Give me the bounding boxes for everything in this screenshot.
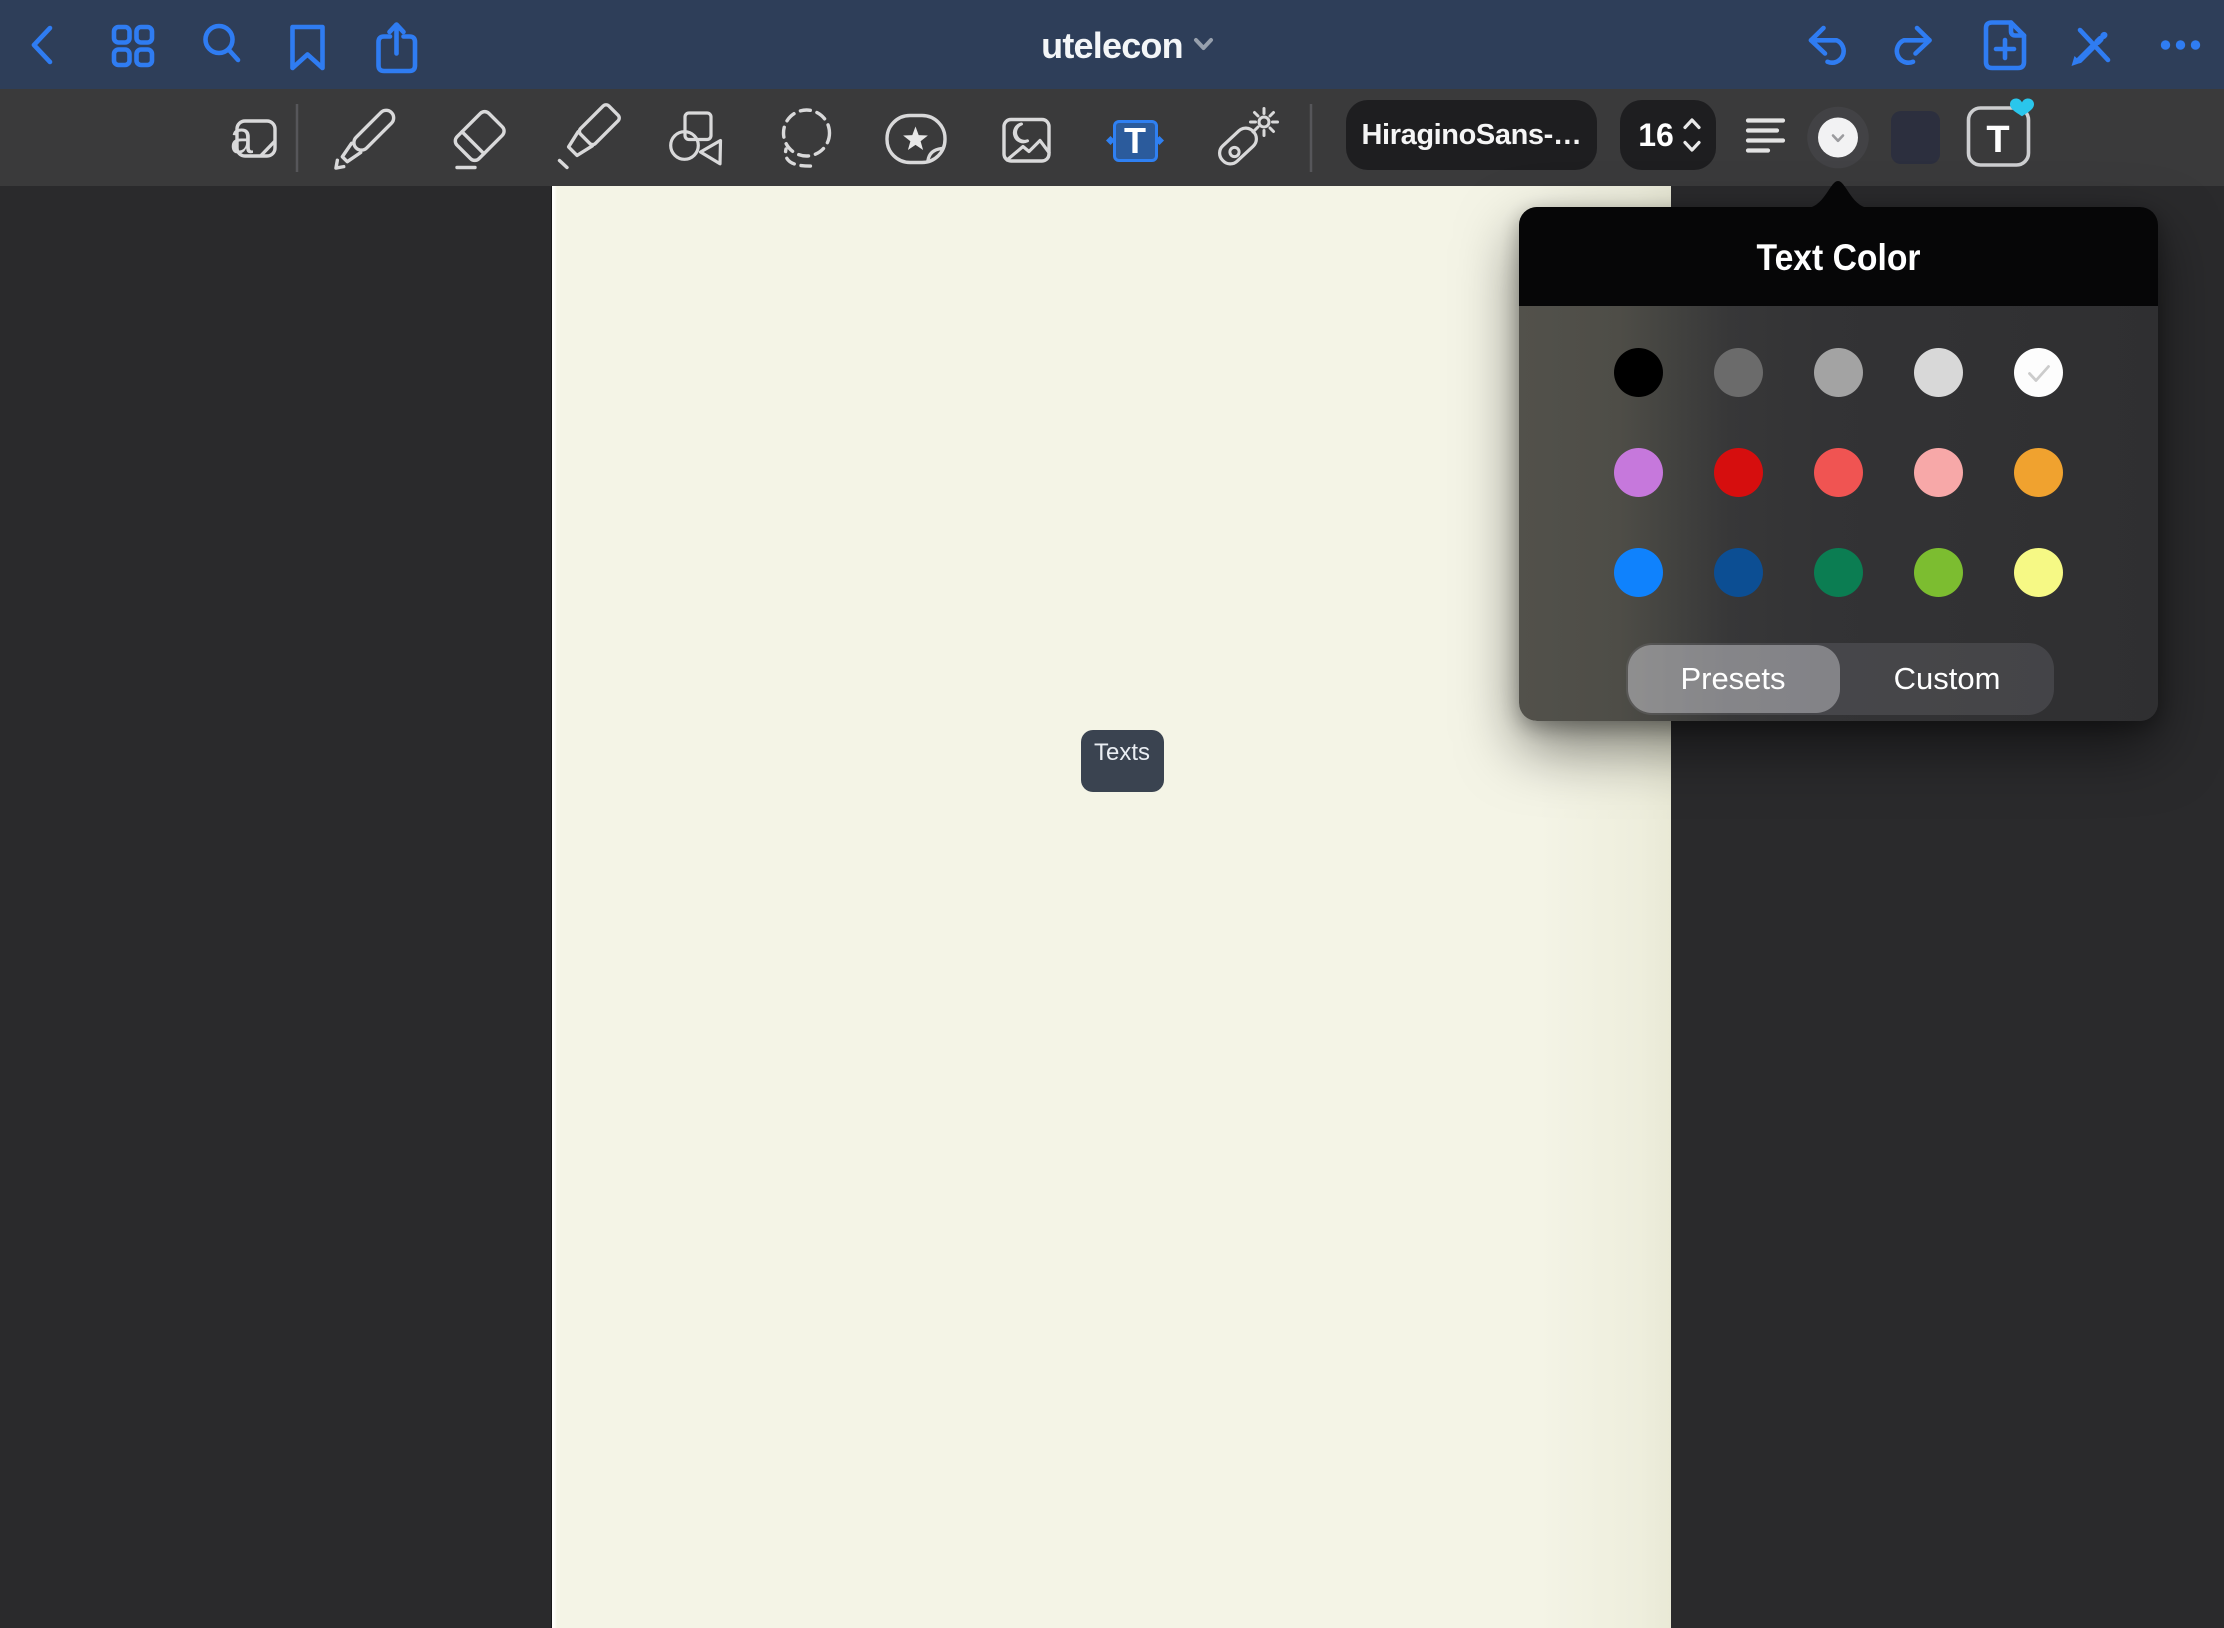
svg-text:T: T	[1124, 120, 1146, 161]
svg-text:a: a	[230, 112, 254, 163]
svg-text:T: T	[1986, 119, 2009, 161]
